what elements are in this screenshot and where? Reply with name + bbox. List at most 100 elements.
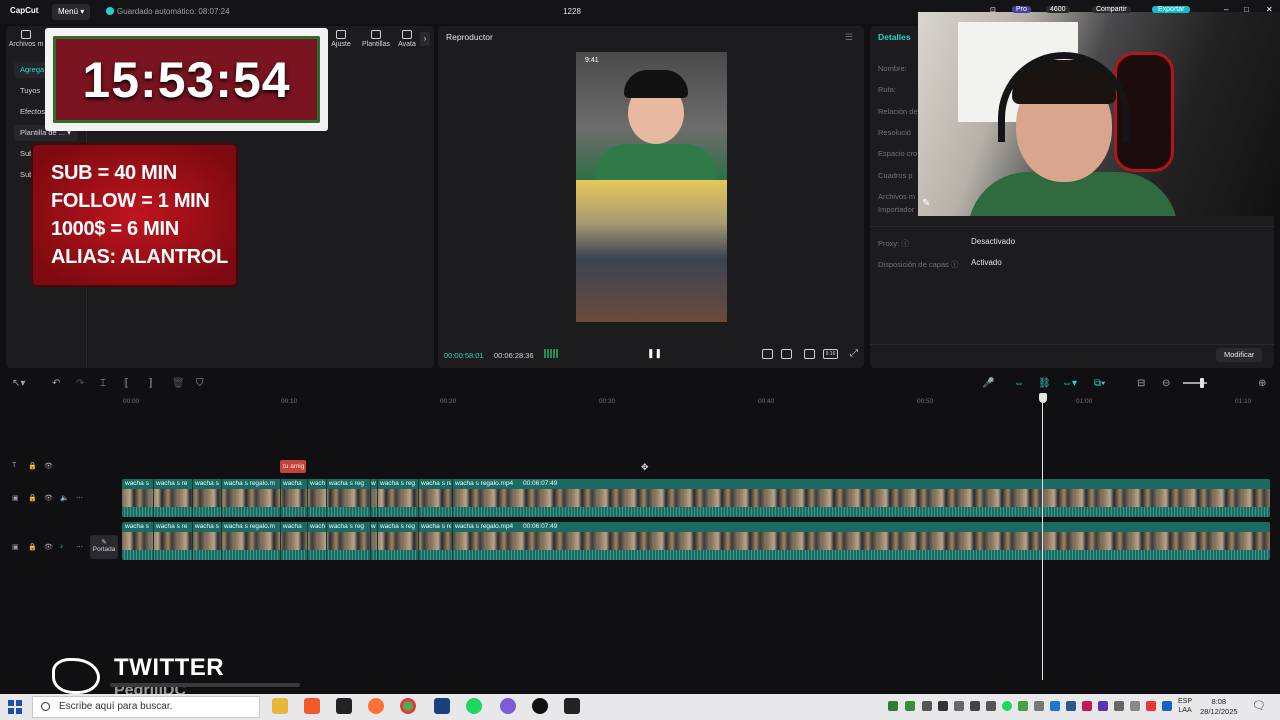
tab-media[interactable]: Archivos m bbox=[8, 30, 44, 48]
spotify-icon[interactable] bbox=[466, 698, 482, 714]
taskbar-clock[interactable]: 8:08 28/12/2025 bbox=[1200, 697, 1238, 717]
playhead-line[interactable] bbox=[1042, 394, 1043, 680]
pro-badge[interactable]: Pro bbox=[1012, 6, 1031, 13]
zoom-out-icon[interactable]: ⊖ bbox=[1162, 378, 1170, 389]
snap-main-icon[interactable]: ⇔ bbox=[1014, 378, 1024, 389]
language-indicator[interactable]: ESP LAA bbox=[1178, 697, 1192, 715]
player-menu-icon[interactable]: ☰ bbox=[845, 32, 853, 43]
tray-app-icon[interactable] bbox=[1050, 701, 1060, 711]
proxy-value[interactable]: Desactivado bbox=[971, 237, 1015, 246]
zoom-in-icon[interactable]: ⊕ bbox=[1258, 378, 1266, 389]
aspect-ratio-button[interactable]: 9:16 bbox=[823, 349, 838, 359]
layout-icon[interactable]: ⊡ bbox=[990, 6, 996, 14]
tray-app-icon[interactable] bbox=[905, 701, 915, 711]
league-icon[interactable] bbox=[434, 698, 450, 714]
tab-adjust[interactable]: Ajuste bbox=[329, 30, 353, 48]
playhead-handle[interactable] bbox=[1039, 393, 1047, 403]
windows-start-icon[interactable] bbox=[8, 700, 22, 714]
tray-app-icon[interactable] bbox=[1098, 701, 1108, 711]
video-preview[interactable]: 9:41 bbox=[576, 52, 727, 322]
eye-icon[interactable]: 👁 bbox=[44, 543, 53, 551]
tray-bluetooth-icon[interactable] bbox=[1162, 701, 1172, 711]
taskbar-search-input[interactable]: Escribe aquí para buscar. bbox=[32, 696, 260, 718]
quality-icon[interactable] bbox=[781, 349, 792, 359]
microphone-icon[interactable]: 🎤 bbox=[982, 378, 994, 389]
trim-left-icon[interactable]: ⟦ bbox=[124, 378, 129, 389]
trim-right-icon[interactable]: ⟧ bbox=[148, 378, 153, 389]
eye-icon[interactable]: 👁 bbox=[44, 462, 53, 470]
menu-button[interactable]: Menú ▾ bbox=[52, 4, 91, 20]
tray-app-icon[interactable] bbox=[1018, 701, 1028, 711]
minimize-icon[interactable]: – bbox=[1224, 5, 1228, 14]
tray-mic-icon[interactable] bbox=[938, 701, 948, 711]
chrome-icon[interactable] bbox=[400, 698, 416, 714]
tray-app-icon[interactable] bbox=[954, 701, 964, 711]
share-button[interactable]: Compartir bbox=[1092, 6, 1131, 13]
modify-button[interactable]: Modificar bbox=[1216, 348, 1263, 362]
tray-app-icon[interactable] bbox=[1146, 701, 1156, 711]
countdown-timer: 15:53:54 bbox=[82, 51, 291, 108]
layers-value[interactable]: Activado bbox=[971, 258, 1002, 267]
credits-badge[interactable]: 4600 bbox=[1046, 6, 1070, 13]
link-icon[interactable]: ⛓ bbox=[1038, 378, 1051, 389]
details-tab[interactable]: Detalles bbox=[878, 32, 911, 42]
clip-divider bbox=[452, 522, 453, 560]
total-duration: 00:06:28:36 bbox=[494, 351, 534, 360]
caption-icon[interactable]: ⊟ bbox=[1137, 378, 1145, 389]
tray-nvidia-icon[interactable] bbox=[888, 701, 898, 711]
clip-divider bbox=[221, 479, 222, 517]
tray-app-icon[interactable] bbox=[1114, 701, 1124, 711]
tray-app-icon[interactable] bbox=[922, 701, 932, 711]
select-tool-icon[interactable]: ↖▾ bbox=[12, 378, 25, 389]
tray-steam-icon[interactable] bbox=[1066, 701, 1076, 711]
lock-icon[interactable]: 🔒 bbox=[28, 494, 37, 502]
export-button[interactable]: Exportar bbox=[1152, 6, 1191, 13]
preview-axis-icon[interactable]: ⧉▾ bbox=[1094, 378, 1105, 389]
tray-app-icon[interactable] bbox=[1082, 701, 1092, 711]
tray-spotify-icon[interactable] bbox=[1002, 701, 1012, 711]
tabs-scroll-right-button[interactable]: › bbox=[420, 32, 430, 46]
firefox-icon[interactable] bbox=[368, 698, 384, 714]
timeline-horizontal-scrollbar[interactable] bbox=[110, 683, 300, 687]
discord-icon[interactable] bbox=[500, 698, 516, 714]
notifications-icon[interactable]: 🗨 bbox=[1252, 699, 1266, 712]
speaker-icon[interactable]: 🔈 bbox=[60, 494, 69, 502]
more-icon[interactable]: ⋯ bbox=[76, 494, 83, 502]
maximize-icon[interactable]: □ bbox=[1244, 5, 1249, 14]
capcut-active-icon[interactable] bbox=[564, 698, 580, 714]
pause-button[interactable]: ❚❚ bbox=[647, 348, 662, 359]
proxy-label-text: Proxy: bbox=[878, 239, 900, 248]
audio-link-icon[interactable]: ♪ bbox=[60, 543, 64, 550]
brave-icon[interactable] bbox=[304, 698, 320, 714]
video-track-1[interactable]: wacha s wacha s re wacha s wacha s regal… bbox=[122, 479, 1270, 517]
magnet-icon[interactable]: ⇔▾ bbox=[1062, 378, 1077, 389]
capcut-taskbar-icon[interactable] bbox=[336, 698, 352, 714]
tray-app-icon[interactable] bbox=[970, 701, 980, 711]
video-track-2[interactable]: wacha s wacha s re wacha s wacha s regal… bbox=[122, 522, 1270, 560]
snapshot-icon[interactable] bbox=[762, 349, 773, 359]
text-clip[interactable]: tu amig bbox=[280, 460, 306, 473]
close-icon[interactable]: ✕ bbox=[1266, 5, 1273, 14]
cover-button[interactable]: ✎ Portada bbox=[90, 535, 118, 559]
lock-icon[interactable]: 🔒 bbox=[28, 543, 37, 551]
fit-icon[interactable] bbox=[804, 349, 815, 359]
clip-label: wacha s regalo.mp4 bbox=[455, 523, 514, 530]
tray-app-icon[interactable] bbox=[1034, 701, 1044, 711]
tab-templates[interactable]: Plantillas bbox=[359, 30, 393, 48]
track-thumbnails bbox=[122, 532, 1270, 550]
file-explorer-icon[interactable] bbox=[272, 698, 288, 714]
tray-volume-icon[interactable] bbox=[986, 701, 996, 711]
obs-icon[interactable] bbox=[532, 698, 548, 714]
tab-avatar[interactable]: Avata bbox=[396, 30, 418, 48]
tray-app-icon[interactable] bbox=[1130, 701, 1140, 711]
split-icon[interactable]: ⌶ bbox=[100, 378, 106, 389]
sidebar-item-yours[interactable]: Tuyos bbox=[14, 83, 46, 99]
eye-icon[interactable]: 👁 bbox=[44, 494, 53, 502]
zoom-slider-thumb[interactable] bbox=[1200, 378, 1204, 388]
undo-icon[interactable]: ↶ bbox=[52, 378, 60, 389]
shield-icon[interactable]: ⛉ bbox=[196, 378, 204, 389]
template-icon bbox=[371, 30, 381, 39]
more-icon[interactable]: ⋯ bbox=[76, 543, 83, 551]
lock-icon[interactable]: 🔒 bbox=[28, 462, 37, 470]
fullscreen-icon[interactable]: ⤢ bbox=[850, 348, 858, 359]
